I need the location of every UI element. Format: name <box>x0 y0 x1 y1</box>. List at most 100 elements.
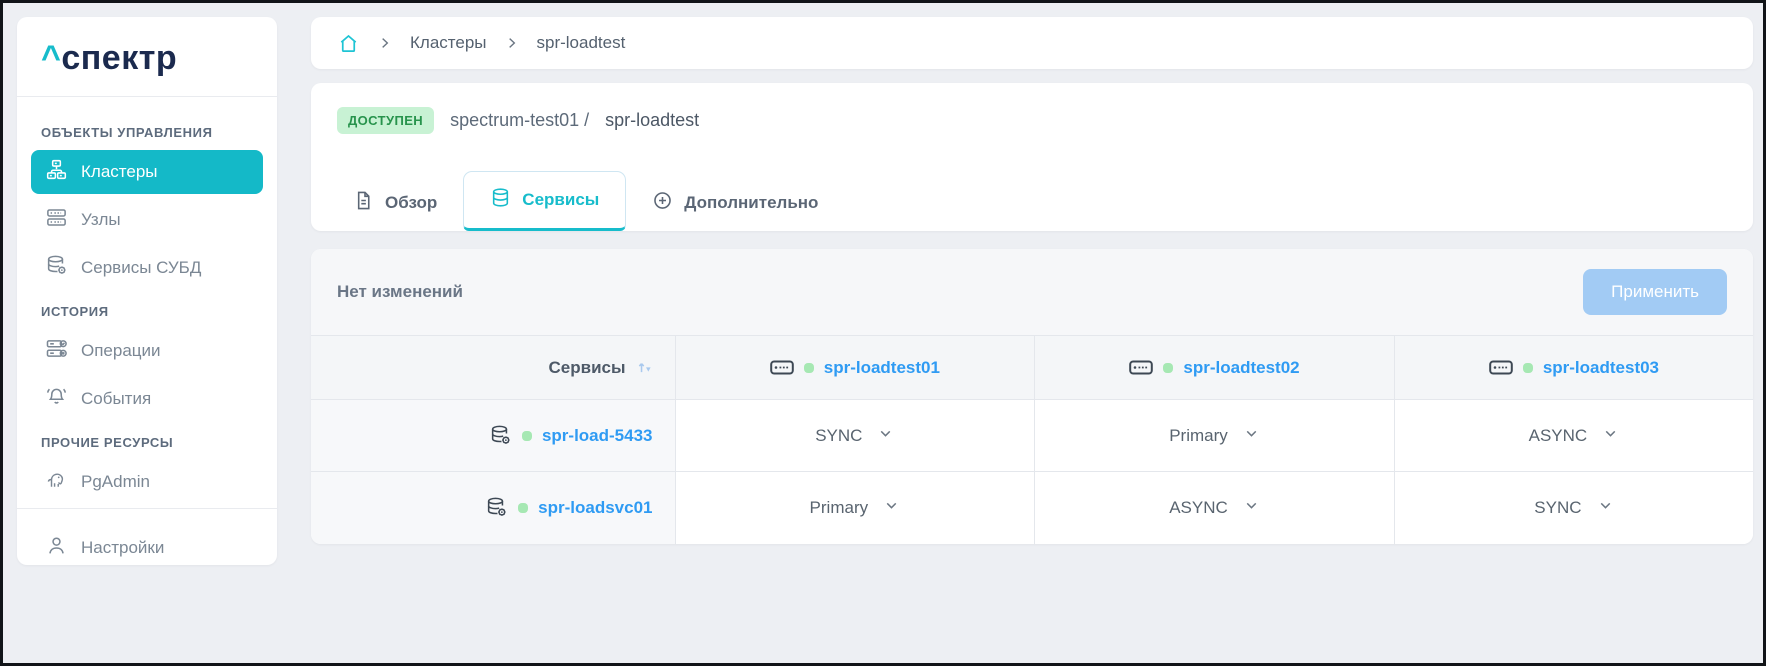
nav-section-other: ПРОЧИЕ РЕСУРСЫ <box>41 435 253 450</box>
role-dropdown[interactable]: Primary <box>676 497 1035 519</box>
cluster-header-card: ДОСТУПЕН spectrum-test01 / spr-loadtest … <box>311 83 1753 231</box>
nav-section-history: ИСТОРИЯ <box>41 304 253 319</box>
logo-text: спектр <box>61 39 177 77</box>
service-link[interactable]: spr-loadsvc01 <box>538 498 652 518</box>
home-icon[interactable] <box>337 32 360 55</box>
breadcrumb-clusters[interactable]: Кластеры <box>410 33 487 53</box>
server-icon <box>770 359 794 376</box>
chevron-down-icon <box>1597 497 1614 519</box>
sidebar-item-nodes[interactable]: Узлы <box>31 198 263 242</box>
server-icon <box>1489 359 1513 376</box>
role-dropdown[interactable]: Primary <box>1035 425 1394 447</box>
nav-section-objects: ОБЪЕКТЫ УПРАВЛЕНИЯ <box>41 125 253 140</box>
table-header-row: Сервисы <box>311 336 1753 400</box>
tab-overview[interactable]: Обзор <box>327 175 463 231</box>
table-row: spr-loadsvc01 Primary ASYNC SYNC <box>311 472 1753 544</box>
chevron-down-icon <box>1602 425 1619 447</box>
status-dot <box>804 363 814 373</box>
cluster-header: ДОСТУПЕН spectrum-test01 / spr-loadtest <box>311 83 1753 144</box>
logo-block: ^спектр <box>17 17 277 97</box>
document-icon <box>353 190 374 216</box>
role-dropdown[interactable]: SYNC <box>1395 497 1753 519</box>
sidebar-item-label: Операции <box>81 341 161 361</box>
breadcrumb: Кластеры spr-loadtest <box>311 17 1753 69</box>
sidebar-footer: Настройки <box>17 508 277 591</box>
cluster-name: spr-loadtest <box>605 110 699 131</box>
status-dot <box>1523 363 1533 373</box>
role-dropdown[interactable]: ASYNC <box>1395 425 1753 447</box>
sidebar-item-label: Сервисы СУБД <box>81 258 201 278</box>
sidebar-item-pgadmin[interactable]: PgAdmin <box>31 460 263 504</box>
role-value: SYNC <box>815 426 862 446</box>
breadcrumb-current: spr-loadtest <box>537 33 626 53</box>
database-gear-icon <box>489 424 512 447</box>
role-value: ASYNC <box>1529 426 1588 446</box>
sidebar-item-label: Настройки <box>81 538 164 558</box>
apply-button[interactable]: Применить <box>1583 269 1727 315</box>
user-icon <box>45 534 68 562</box>
status-dot <box>522 431 532 441</box>
database-icon <box>490 187 511 213</box>
cluster-namespace: spectrum-test01 / <box>450 110 589 131</box>
service-cell: spr-loadsvc01 <box>311 496 675 519</box>
sidebar-item-label: PgAdmin <box>81 472 150 492</box>
node-column-header: spr-loadtest03 <box>1395 358 1753 378</box>
role-value: Primary <box>1169 426 1228 446</box>
bell-icon <box>45 385 68 413</box>
sidebar-item-db-services[interactable]: Сервисы СУБД <box>31 246 263 290</box>
database-gear-icon <box>45 254 68 282</box>
table-row: spr-load-5433 SYNC Primary ASYNC <box>311 400 1753 472</box>
node-link[interactable]: spr-loadtest01 <box>824 358 940 378</box>
node-column-header: spr-loadtest01 <box>676 358 1035 378</box>
role-value: ASYNC <box>1169 498 1228 518</box>
role-value: SYNC <box>1534 498 1581 518</box>
sidebar: ^спектр ОБЪЕКТЫ УПРАВЛЕНИЯ Кластеры <box>17 17 277 565</box>
role-value: Primary <box>810 498 869 518</box>
chevron-down-icon <box>1243 425 1260 447</box>
service-cell: spr-load-5433 <box>311 424 675 447</box>
database-gear-icon <box>485 496 508 519</box>
chevron-down-icon <box>1243 497 1260 519</box>
clusters-icon <box>45 158 68 186</box>
chevron-right-icon <box>378 36 392 50</box>
services-header-label: Сервисы <box>549 358 626 378</box>
chevron-right-icon <box>505 36 519 50</box>
node-link[interactable]: spr-loadtest03 <box>1543 358 1659 378</box>
services-table: Сервисы <box>311 335 1753 544</box>
status-dot <box>518 503 528 513</box>
services-toolbar: Нет изменений Применить <box>311 249 1753 335</box>
chevron-down-icon <box>883 497 900 519</box>
server-icon <box>1129 359 1153 376</box>
service-link[interactable]: spr-load-5433 <box>542 426 653 446</box>
sidebar-nav: ОБЪЕКТЫ УПРАВЛЕНИЯ Кластеры <box>17 97 277 508</box>
sidebar-item-clusters[interactable]: Кластеры <box>31 150 263 194</box>
operations-icon <box>45 337 68 365</box>
role-dropdown[interactable]: ASYNC <box>1035 497 1394 519</box>
changes-status-text: Нет изменений <box>337 282 463 302</box>
tab-label: Сервисы <box>522 190 599 210</box>
sidebar-item-label: События <box>81 389 151 409</box>
sidebar-item-settings[interactable]: Настройки <box>31 523 263 573</box>
tab-services[interactable]: Сервисы <box>463 171 626 231</box>
services-panel: Нет изменений Применить Сервисы <box>311 249 1753 544</box>
sort-icon[interactable] <box>636 359 653 376</box>
logo-caret: ^ <box>41 39 61 77</box>
services-column-header[interactable]: Сервисы <box>311 358 675 378</box>
pgadmin-elephant-icon <box>45 468 68 496</box>
node-column-header: spr-loadtest02 <box>1035 358 1394 378</box>
sidebar-item-events[interactable]: События <box>31 377 263 421</box>
tab-label: Дополнительно <box>684 193 818 213</box>
app-logo[interactable]: ^спектр <box>41 39 253 78</box>
sidebar-item-label: Кластеры <box>81 162 158 182</box>
role-dropdown[interactable]: SYNC <box>676 425 1035 447</box>
status-badge: ДОСТУПЕН <box>337 107 434 134</box>
tab-extra[interactable]: Дополнительно <box>626 175 844 231</box>
tabs: Обзор Сервисы <box>311 171 1753 231</box>
chevron-down-icon <box>877 425 894 447</box>
node-link[interactable]: spr-loadtest02 <box>1183 358 1299 378</box>
status-dot <box>1163 363 1173 373</box>
sidebar-item-label: Узлы <box>81 210 121 230</box>
sidebar-item-operations[interactable]: Операции <box>31 329 263 373</box>
main-content: Кластеры spr-loadtest ДОСТУПЕН spectrum-… <box>311 17 1753 544</box>
tab-label: Обзор <box>385 193 437 213</box>
